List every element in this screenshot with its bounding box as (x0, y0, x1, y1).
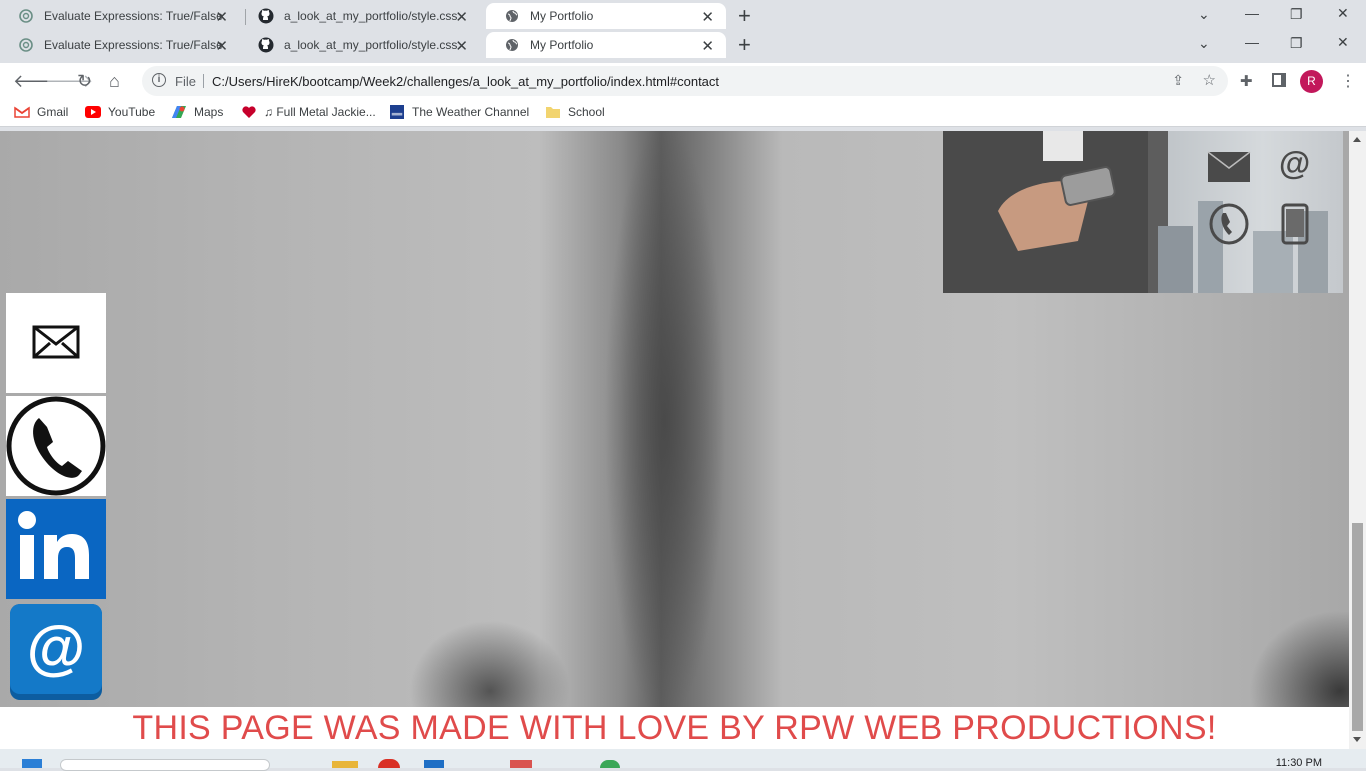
bookmark-youtube[interactable]: YouTube (85, 105, 155, 119)
app-icon[interactable] (510, 760, 532, 768)
home-button[interactable]: ⌂ (109, 72, 120, 90)
scroll-up-icon[interactable] (1353, 137, 1361, 142)
envelope-icon (1207, 151, 1251, 188)
scheme-label: File (175, 74, 196, 89)
maps-icon (172, 106, 186, 118)
tab-search-button[interactable]: ⌄ (1198, 6, 1210, 23)
profile-avatar[interactable]: R (1300, 70, 1323, 93)
tab-my-portfolio[interactable]: My Portfolio ✕ (486, 3, 726, 29)
tab-label: Evaluate Expressions: True/False (44, 9, 223, 23)
browser-toolbar: 🡐 🡒 ↻ ⌂ i File C:/Users/HireK/bootcamp/W… (0, 63, 1366, 99)
footer-credit: THIS PAGE WAS MADE WITH LOVE BY RPW WEB … (132, 709, 1217, 747)
mobile-icon (1281, 203, 1309, 250)
phone-icon (1209, 203, 1249, 250)
tab-label: a_look_at_my_portfolio/style.css (284, 38, 458, 52)
minimize-button[interactable]: — (1245, 5, 1259, 21)
close-icon[interactable]: ✕ (455, 8, 468, 26)
phone-link[interactable] (6, 396, 106, 496)
tab-style-css[interactable]: a_look_at_my_portfolio/style.css ✕ (240, 3, 480, 29)
bookmark-gmail[interactable]: Gmail (14, 105, 68, 119)
github-icon (258, 8, 274, 24)
new-tab-button[interactable]: + (738, 34, 751, 56)
envelope-icon (32, 325, 80, 359)
side-panel-icon[interactable] (1272, 73, 1286, 87)
bookmark-label: Gmail (37, 105, 69, 119)
iheart-icon (242, 106, 256, 118)
chatgpt-icon (18, 37, 34, 53)
tab-evaluate-expressions[interactable]: Evaluate Expressions: True/False ✕ (0, 3, 240, 29)
bookmark-weather[interactable]: The Weather Channel (389, 105, 529, 119)
chatgpt-icon (18, 8, 34, 24)
bookmark-label: The Weather Channel (412, 105, 530, 119)
youtube-icon (85, 106, 101, 118)
close-window-button[interactable]: ✕ (1337, 34, 1349, 51)
svg-text:@: @ (27, 614, 86, 681)
page-viewport: @ @ THIS PAGE WAS MADE WITH LOVE BY RPW … (0, 131, 1349, 749)
close-icon[interactable]: ✕ (215, 37, 228, 55)
tab-label: My Portfolio (530, 38, 594, 52)
share-icon[interactable]: ⇪ (1172, 72, 1184, 89)
reload-button[interactable]: ↻ (77, 72, 92, 90)
close-icon[interactable]: ✕ (701, 8, 714, 26)
tab-label: My Portfolio (530, 9, 594, 23)
email-link[interactable] (6, 293, 106, 393)
bookmark-label: School (568, 105, 605, 119)
new-tab-button[interactable]: + (738, 5, 751, 27)
close-icon[interactable]: ✕ (215, 8, 228, 26)
tab-strip-1: Evaluate Expressions: True/False ✕ a_loo… (0, 0, 1366, 29)
tab-evaluate-expressions[interactable]: Evaluate Expressions: True/False ✕ (0, 32, 240, 58)
bookmarks-bar: Gmail YouTube Maps ♫ Full Metal Jackie..… (0, 99, 1366, 127)
bookmark-school[interactable]: School (545, 105, 605, 119)
chrome-icon[interactable] (378, 759, 400, 768)
tab-style-css[interactable]: a_look_at_my_portfolio/style.css ✕ (240, 32, 480, 58)
globe-icon (504, 8, 520, 24)
bookmark-maps[interactable]: Maps (171, 105, 223, 119)
github-icon (258, 37, 274, 53)
info-icon[interactable]: i (152, 73, 166, 87)
restore-button[interactable]: ❐ (1290, 35, 1303, 52)
file-explorer-icon[interactable] (332, 761, 358, 768)
tab-strip-2: Evaluate Expressions: True/False ✕ a_loo… (0, 29, 1366, 58)
scroll-down-icon[interactable] (1353, 737, 1361, 742)
gmail-icon (14, 106, 30, 118)
bookmark-label: Maps (194, 105, 224, 119)
taskbar-search[interactable] (60, 759, 270, 771)
bookmark-iheart[interactable]: ♫ Full Metal Jackie... (241, 105, 376, 119)
close-icon[interactable]: ✕ (455, 37, 468, 55)
globe-icon (504, 37, 520, 53)
tab-search-button[interactable]: ⌄ (1198, 35, 1210, 52)
vscode-icon[interactable] (424, 760, 444, 768)
bookmark-label: ♫ Full Metal Jackie... (264, 105, 376, 119)
bookmark-star-icon[interactable]: ☆ (1203, 71, 1216, 89)
divider (203, 74, 204, 88)
contact-header-image: @ (943, 131, 1343, 293)
linkedin-icon (18, 511, 89, 579)
taskbar-clock: 11:30 PM (1275, 757, 1322, 769)
weather-icon (390, 105, 404, 119)
tab-my-portfolio[interactable]: My Portfolio ✕ (486, 32, 726, 58)
scrollbar-thumb[interactable] (1352, 523, 1363, 731)
url-text[interactable]: C:/Users/HireK/bootcamp/Week2/challenges… (212, 74, 719, 89)
email-at-link[interactable]: @ (6, 602, 106, 702)
page-scrollbar[interactable] (1349, 131, 1366, 749)
folder-icon (546, 107, 560, 118)
phone-icon (6, 396, 106, 496)
os-taskbar: 11:30 PM (0, 749, 1366, 771)
extensions-icon[interactable]: ✚ (1240, 72, 1253, 90)
tab-label: a_look_at_my_portfolio/style.css (284, 9, 458, 23)
restore-button[interactable]: ❐ (1290, 6, 1303, 23)
tab-label: Evaluate Expressions: True/False (44, 38, 223, 52)
menu-icon[interactable]: ⋮ (1340, 71, 1356, 91)
minimize-button[interactable]: — (1245, 34, 1259, 50)
at-sign-icon: @ (10, 604, 102, 700)
app-icon[interactable] (600, 760, 620, 768)
close-icon[interactable]: ✕ (701, 37, 714, 55)
close-window-button[interactable]: ✕ (1337, 5, 1349, 22)
windows-start-icon[interactable] (22, 759, 42, 768)
at-sign-icon: @ (1279, 145, 1311, 181)
linkedin-link[interactable] (6, 499, 106, 599)
address-bar[interactable]: i File C:/Users/HireK/bootcamp/Week2/cha… (142, 66, 1228, 96)
bookmark-label: YouTube (108, 105, 156, 119)
